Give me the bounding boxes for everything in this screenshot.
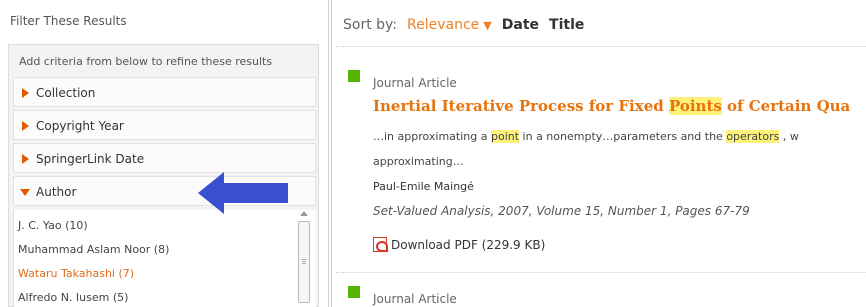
filter-title: Filter These Results: [10, 14, 127, 28]
sort-title-link[interactable]: Title: [549, 17, 584, 33]
scroll-up-arrow-icon[interactable]: [300, 211, 308, 216]
sort-bar: Sort by: Relevance ▼ Date Title: [343, 17, 584, 33]
facet-copyright-year[interactable]: Copyright Year: [13, 110, 316, 140]
result-type: Journal Article: [373, 76, 457, 90]
chevron-down-icon: ▼: [483, 19, 492, 32]
scroll-grip-icon: [302, 259, 306, 260]
result-title-link[interactable]: Inertial Iterative Process for Fixed Poi…: [373, 97, 866, 115]
triangle-right-icon: [22, 88, 29, 98]
result-snippet: …in approximating a point in a nonempty……: [373, 130, 866, 143]
facet-label: Collection: [36, 86, 96, 100]
author-item[interactable]: Wataru Takahashi (7): [18, 267, 134, 280]
facet-label: Author: [36, 185, 77, 199]
result-snippet-continued: approximating…: [373, 155, 464, 168]
pdf-icon: [373, 237, 388, 252]
triangle-right-icon: [22, 154, 29, 164]
triangle-right-icon: [22, 121, 29, 131]
panel-splitter[interactable]: [328, 0, 332, 307]
snippet-highlight: point: [490, 130, 520, 143]
facet-springerlink-date[interactable]: SpringerLink Date: [13, 143, 316, 173]
facet-label: SpringerLink Date: [36, 152, 145, 166]
divider: [336, 46, 866, 47]
snippet-highlight: operators: [726, 130, 780, 143]
result-type: Journal Article: [373, 292, 457, 306]
filter-sidebar: Filter These Results Add criteria from b…: [0, 0, 326, 307]
left-arrow-icon: [198, 172, 288, 214]
author-item[interactable]: Alfredo N. Iusem (5): [18, 291, 128, 304]
snippet-text: , w: [779, 130, 799, 143]
journal-article-icon: [348, 286, 360, 298]
snippet-text: …in approximating a: [373, 130, 491, 143]
snippet-text: in a nonempty…parameters and the: [519, 130, 727, 143]
facet-label: Copyright Year: [36, 119, 124, 133]
sort-label: Sort by:: [343, 17, 398, 33]
result-author[interactable]: Paul-Emile Maingé: [373, 180, 474, 193]
divider: [336, 272, 866, 273]
download-pdf-label: Download PDF (229.9 KB): [391, 238, 546, 252]
sort-relevance-link[interactable]: Relevance: [407, 17, 479, 33]
result-journal: Set-Valued Analysis, 2007, Volume 15, Nu…: [373, 204, 750, 218]
title-text: Inertial Iterative Process for Fixed: [373, 97, 669, 115]
scroll-thumb[interactable]: [298, 221, 310, 303]
author-list: J. C. Yao (10) Muhammad Aslam Noor (8) W…: [13, 210, 316, 307]
sort-date-link[interactable]: Date: [502, 17, 539, 33]
title-highlight: Points: [668, 97, 722, 115]
author-list-scrollbar[interactable]: [298, 211, 310, 305]
journal-article-icon: [348, 70, 360, 82]
author-item[interactable]: J. C. Yao (10): [18, 219, 88, 232]
filter-hint: Add criteria from below to refine these …: [19, 55, 273, 68]
download-pdf-link[interactable]: Download PDF (229.9 KB): [373, 237, 545, 252]
facet-collection[interactable]: Collection: [13, 77, 316, 107]
triangle-down-icon: [20, 189, 30, 196]
author-item[interactable]: Muhammad Aslam Noor (8): [18, 243, 169, 256]
title-text: of Certain Qua: [721, 97, 851, 115]
